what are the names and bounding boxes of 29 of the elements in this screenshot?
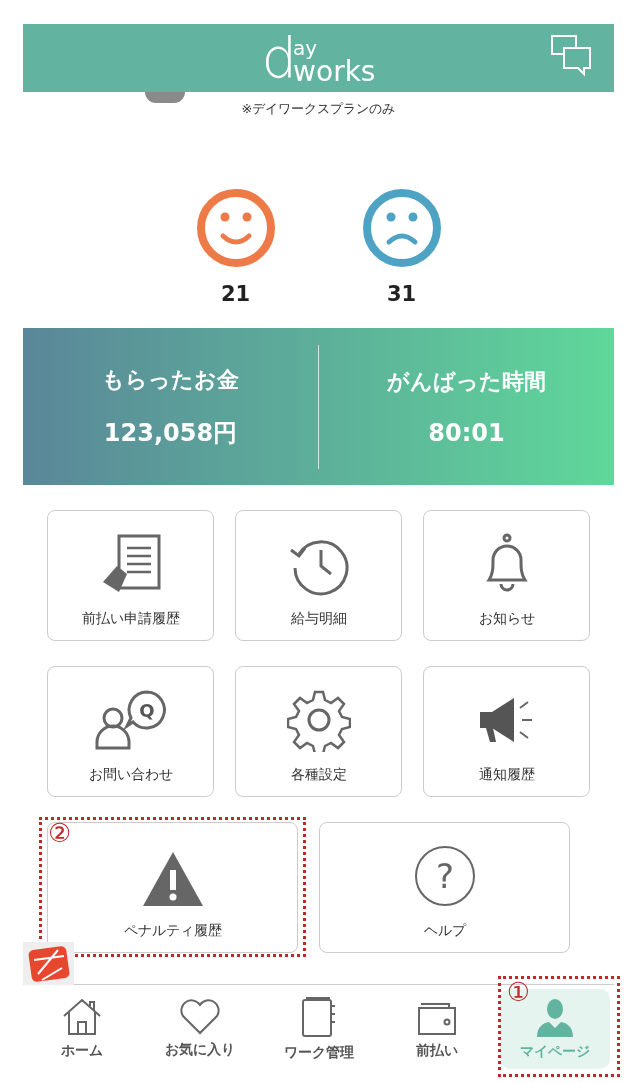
nav-tab[interactable]: 前払い bbox=[381, 989, 492, 1069]
evaluation-count: 31 bbox=[386, 282, 417, 306]
help-icon: ? bbox=[412, 844, 477, 908]
menu-tile[interactable]: 通知履歴 bbox=[423, 666, 590, 797]
nav-tab[interactable]: ワーク管理 bbox=[263, 989, 374, 1069]
home-icon bbox=[62, 998, 103, 1036]
evaluation-count: 21 bbox=[220, 282, 251, 306]
binder-icon bbox=[300, 996, 337, 1038]
nav-tab[interactable]: ホーム bbox=[27, 989, 138, 1069]
menu-tile[interactable]: Q お問い合わせ bbox=[47, 666, 214, 797]
warning-icon bbox=[140, 850, 205, 908]
chat-icon[interactable] bbox=[550, 34, 592, 78]
summary-value: 123,058円 bbox=[103, 417, 238, 449]
heart-icon bbox=[179, 999, 222, 1035]
person-icon bbox=[534, 997, 575, 1037]
gear-icon bbox=[286, 688, 351, 752]
menu-tile[interactable]: 給与明細 bbox=[235, 510, 402, 641]
menu-tile[interactable]: お知らせ bbox=[423, 510, 590, 641]
plan-note: ※デイワークスプランのみ bbox=[241, 100, 396, 118]
avatar-icon bbox=[145, 92, 185, 103]
nav-tab[interactable]: お気に入り bbox=[145, 989, 256, 1069]
summary-value: 80:01 bbox=[428, 418, 505, 447]
summary-label: がんばった時間 bbox=[387, 367, 546, 396]
annotation-marker: ② bbox=[48, 820, 72, 846]
menu-tile[interactable]: 前払い申請履歴 bbox=[47, 510, 214, 641]
summary-label: もらったお金 bbox=[102, 365, 239, 394]
menu-tile[interactable]: ? ヘルプ bbox=[319, 822, 570, 953]
menu-tile[interactable]: 各種設定 bbox=[235, 666, 402, 797]
app-icon[interactable] bbox=[23, 942, 74, 985]
